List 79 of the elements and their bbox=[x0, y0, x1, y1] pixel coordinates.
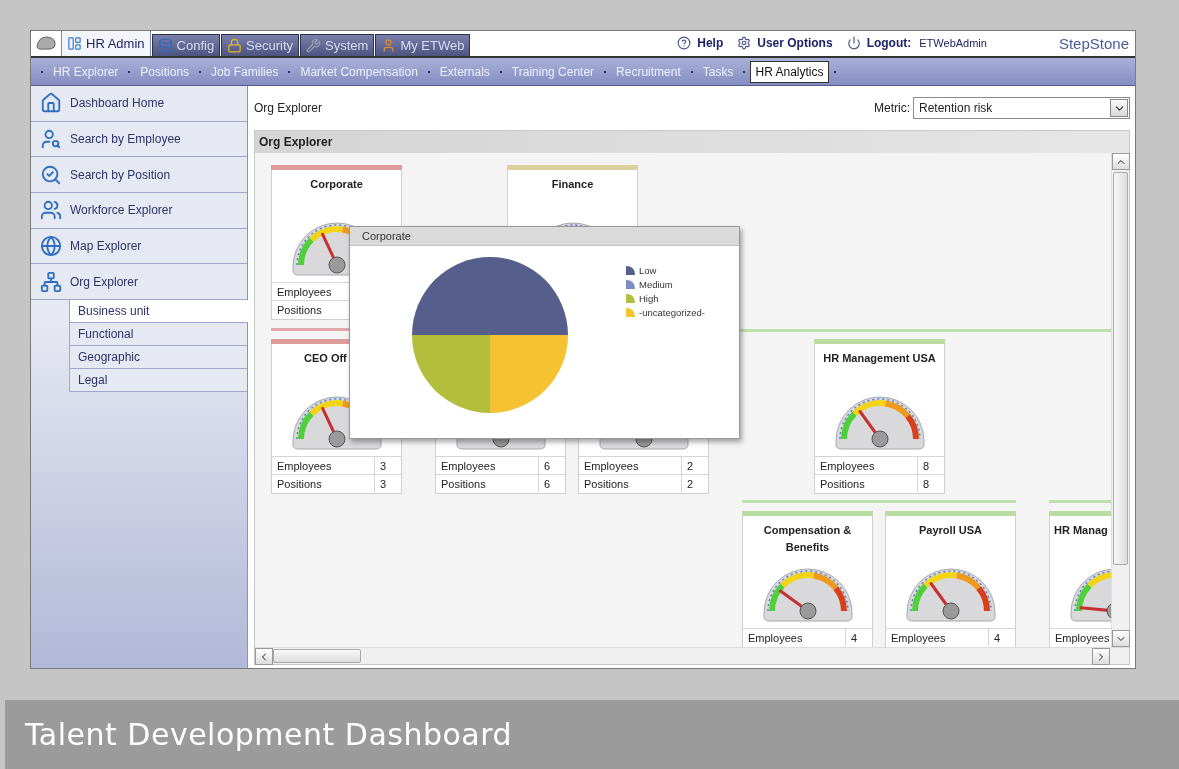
org-node-card[interactable]: HR Manag Employees bbox=[1049, 511, 1111, 647]
node-title: HR Manag bbox=[1054, 524, 1108, 536]
globe-icon bbox=[40, 235, 62, 258]
panel-icon bbox=[67, 36, 82, 51]
table-cell-text: 8 bbox=[922, 458, 931, 474]
page-title: Org Explorer bbox=[254, 101, 323, 115]
org-chart-icon bbox=[40, 270, 62, 293]
panel-title: Org Explorer bbox=[255, 131, 1129, 153]
logout-link[interactable]: Logout: bbox=[846, 36, 912, 50]
table-cell: Employees bbox=[886, 629, 989, 646]
org-node-card[interactable]: Compensation & Benefits Employees 4 bbox=[742, 511, 873, 647]
legend-label: Low bbox=[639, 265, 657, 276]
position-search-icon bbox=[40, 163, 62, 186]
scroll-right-button[interactable] bbox=[1092, 648, 1110, 665]
node-title: Compensation & Benefits bbox=[763, 524, 852, 553]
table-cell: Positions bbox=[436, 475, 539, 492]
table-cell: Employees bbox=[272, 457, 375, 474]
help-link[interactable]: Help bbox=[677, 36, 724, 50]
node-title: HR Management USA bbox=[823, 352, 936, 364]
help-icon bbox=[677, 36, 692, 50]
table-cell: Positions bbox=[815, 475, 918, 492]
scroll-down-button[interactable] bbox=[1112, 630, 1130, 647]
stone-icon bbox=[35, 35, 57, 51]
user-name: ETWebAdmin bbox=[919, 37, 987, 49]
scroll-left-button[interactable] bbox=[255, 648, 273, 665]
table-cell: Employees bbox=[436, 457, 539, 474]
table-cell-text: 8 bbox=[922, 476, 931, 492]
node-title: Payroll USA bbox=[919, 524, 982, 536]
table-cell-text: 4 bbox=[993, 630, 1002, 646]
lock-icon bbox=[227, 38, 243, 53]
table-cell: Employees bbox=[815, 457, 918, 474]
tab[interactable]: My ETWeb bbox=[375, 34, 471, 56]
table-cell-text: 2 bbox=[686, 476, 695, 492]
sidebar-subitem[interactable]: Geographic bbox=[69, 346, 247, 370]
sidebar-subitem[interactable]: Business unit bbox=[69, 300, 248, 324]
table-cell: Employees bbox=[579, 457, 682, 474]
settings-icon bbox=[737, 36, 752, 50]
table-cell-text: 3 bbox=[379, 476, 388, 492]
tab[interactable]: System bbox=[300, 34, 375, 56]
table-cell-text: 3 bbox=[379, 458, 388, 474]
vertical-scrollbar[interactable] bbox=[1111, 153, 1129, 647]
node-title: Corporate bbox=[310, 178, 363, 190]
node-title: CEO Off bbox=[304, 352, 347, 364]
org-node-card[interactable]: HR Management USA Employees 8 Positions 8 bbox=[814, 339, 945, 494]
legend-label: -uncategorized- bbox=[639, 307, 705, 318]
sidebar-subitem[interactable]: Legal bbox=[69, 369, 247, 393]
scroll-up-button[interactable] bbox=[1112, 153, 1130, 170]
people-icon bbox=[40, 199, 62, 222]
legend-label: Medium bbox=[639, 279, 673, 290]
scroll-thumb[interactable] bbox=[1113, 172, 1128, 565]
person-icon bbox=[381, 38, 397, 53]
tab[interactable]: Security bbox=[221, 34, 300, 56]
house-icon bbox=[40, 92, 62, 115]
org-node-card[interactable]: Payroll USA Employees 4 bbox=[885, 511, 1016, 647]
tab[interactable]: Config bbox=[151, 34, 221, 56]
scroll-thumb[interactable] bbox=[273, 649, 361, 663]
tab[interactable]: HR Admin bbox=[61, 31, 151, 56]
person-search-icon bbox=[40, 128, 62, 151]
table-cell: Positions bbox=[579, 475, 682, 492]
table-cell: Employees bbox=[743, 629, 846, 646]
table-cell-text: 6 bbox=[543, 476, 552, 492]
metric-label: Metric: bbox=[874, 101, 910, 115]
banner-title: Talent Development Dashboard bbox=[25, 717, 513, 752]
table-cell-text: 4 bbox=[850, 630, 859, 646]
sidebar-subitem[interactable]: Functional bbox=[69, 323, 247, 347]
power-icon bbox=[846, 36, 861, 50]
popup-title: Corporate bbox=[350, 227, 739, 246]
options-link[interactable]: User Options bbox=[737, 36, 833, 50]
wrench-icon bbox=[306, 38, 322, 53]
database-icon bbox=[157, 38, 173, 53]
table-cell-text: 2 bbox=[686, 458, 695, 474]
logo: StepStone bbox=[1058, 34, 1129, 52]
table-cell: Positions bbox=[272, 475, 375, 492]
legend-label: High bbox=[639, 293, 659, 304]
nav-item[interactable]: HR Analytics bbox=[750, 60, 829, 83]
horizontal-scrollbar[interactable] bbox=[255, 647, 1129, 664]
node-title: Finance bbox=[551, 178, 594, 190]
metric-select[interactable]: Retention risk bbox=[913, 97, 1130, 119]
table-cell-text: 6 bbox=[543, 458, 552, 474]
